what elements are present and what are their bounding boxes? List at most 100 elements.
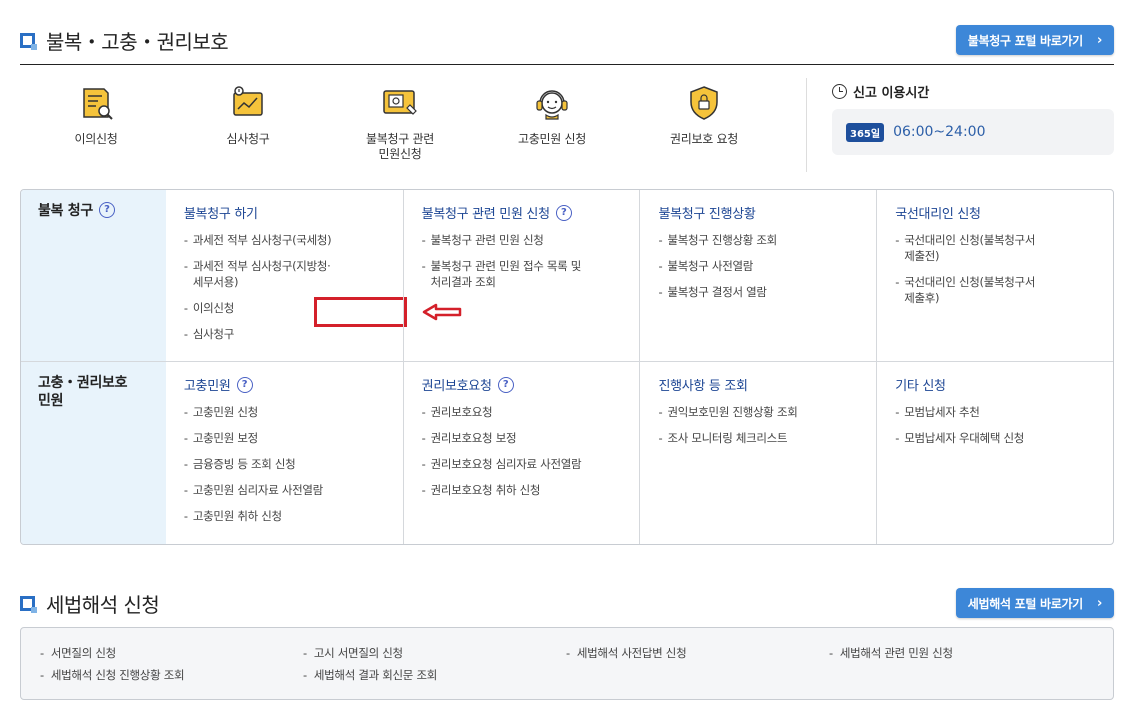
chevron-right-icon: › [1096, 595, 1102, 611]
cell-rights-request: 권리보호요청 ? 권리보호요청 권리보호요청 보정 권리보호요청 심리자료 사전… [402, 362, 640, 544]
cell-title-text: 불복청구 진행상황 [658, 207, 756, 222]
quick-item-grievance[interactable]: 고충민원 신청 [476, 82, 628, 177]
quick-menu: 이의신청 심사청구 불복청구 관련 민원신청 고충민원 신청 권리보호 요청 [20, 82, 780, 177]
row-label-text: 불복 청구 [38, 203, 93, 219]
365-badge: 365일 [846, 122, 885, 142]
grid-row-grievance: 고충・권리보호 민원 고충민원 ? 고충민원 신청 고충민원 보정 금융증빙 등… [21, 362, 1113, 544]
row-label-appeal: 불복 청구 ? [21, 190, 166, 361]
list-link[interactable]: 세법해석 사전답변 신청 [566, 645, 687, 661]
cell-appeal-progress: 불복청구 진행상황 불복청구 진행상황 조회 불복청구 사전열람 불복청구 결정… [639, 190, 876, 361]
list-link[interactable]: 과세전 적부 심사청구(국세청) [184, 232, 403, 248]
tax-interpretation-portal-button[interactable]: 세법해석 포털 바로가기 › [955, 588, 1114, 618]
cell-title: 불복청구 관련 민원 신청 ? [422, 203, 640, 222]
cell-other-requests: 기타 신청 모범납세자 추천 모범납세자 우대혜택 신청 [876, 362, 1113, 544]
quick-item-label: 심사청구 [226, 132, 270, 146]
link-list: 불복청구 관련 민원 신청 불복청구 관련 민원 접수 목록 및 처리결과 조회 [422, 232, 640, 290]
list-link[interactable]: 고충민원 보정 [184, 430, 403, 446]
list-link[interactable]: 세법해석 결과 회신문 조회 [303, 667, 437, 683]
section-title: 불복・고충・권리보호 [46, 29, 229, 54]
list-link[interactable]: 고충민원 취하 신청 [184, 508, 403, 524]
list-link[interactable]: 고충민원 심리자료 사전열람 [184, 482, 403, 498]
divider [20, 64, 1114, 65]
quick-item-review[interactable]: 심사청구 [172, 82, 324, 177]
list-link[interactable]: 과세전 적부 심사청구(지방청· 세무서용) [184, 258, 403, 290]
help-icon[interactable]: ? [555, 204, 572, 221]
hours-box: 365일 06:00~24:00 [832, 109, 1114, 155]
list-link[interactable]: 국선대리인 신청(불복청구서 제출전) [895, 232, 1113, 264]
list-link[interactable]: 금융증빙 등 조회 신청 [184, 456, 403, 472]
quick-item-label: 불복청구 관련 민원신청 [366, 132, 434, 161]
quick-item-appeal-civil[interactable]: 불복청구 관련 민원신청 [324, 82, 476, 177]
quick-item-label: 이의신청 [74, 132, 118, 146]
clock-icon [832, 84, 847, 99]
vertical-divider [806, 78, 807, 172]
section-title: 세법해석 신청 [46, 592, 160, 617]
list-link[interactable]: 불복청구 사전열람 [658, 258, 876, 274]
clipboard-chart-icon [227, 82, 269, 124]
list-link[interactable]: 불복청구 결정서 열람 [658, 284, 876, 300]
row-label-grievance: 고충・권리보호 민원 [21, 362, 166, 544]
chevron-right-icon: › [1096, 32, 1102, 48]
section-header-tax-interpretation: 세법해석 신청 세법해석 포털 바로가기 › [20, 588, 1114, 618]
appeal-portal-button[interactable]: 불복청구 포털 바로가기 › [955, 25, 1114, 55]
cell-title: 불복청구 하기 [184, 203, 403, 222]
list-link[interactable]: 권리보호요청 취하 신청 [422, 482, 640, 498]
list-link[interactable]: 권리보호요청 심리자료 사전열람 [422, 456, 640, 472]
hours-time: 06:00~24:00 [893, 124, 986, 140]
section-square-icon [20, 595, 37, 613]
list-link[interactable]: 고충민원 신청 [184, 404, 403, 420]
help-icon[interactable]: ? [236, 376, 253, 393]
portal-button-label: 세법해석 포털 바로가기 [967, 596, 1083, 611]
cell-progress-inquiry: 진행사항 등 조회 권익보호민원 진행상황 조회 조사 모니터링 체크리스트 [639, 362, 876, 544]
list-link[interactable]: 권리보호요청 보정 [422, 430, 640, 446]
help-icon[interactable]: ? [98, 202, 115, 218]
list-link[interactable]: 세법해석 신청 진행상황 조회 [40, 667, 185, 683]
cell-title-text: 불복청구 하기 [183, 207, 258, 222]
list-link[interactable]: 불복청구 관련 민원 신청 [422, 232, 640, 248]
list-link[interactable]: 세법해석 관련 민원 신청 [829, 645, 953, 661]
cell-title: 진행사항 등 조회 [658, 375, 876, 394]
cell-title-text: 고충민원 [183, 379, 231, 394]
quick-item-objection[interactable]: 이의신청 [20, 82, 172, 177]
list-link[interactable]: 서면질의 신청 [40, 645, 116, 661]
help-icon[interactable]: ? [497, 376, 514, 393]
section-header-appeal: 불복・고충・권리보호 불복청구 포털 바로가기 › [20, 25, 1114, 55]
cell-title: 권리보호요청 ? [422, 375, 640, 394]
cell-title-text: 기타 신청 [895, 379, 946, 394]
list-link[interactable]: 모범납세자 추천 [895, 404, 1113, 420]
link-list: 권익보호민원 진행상황 조회 조사 모니터링 체크리스트 [658, 404, 876, 446]
list-link[interactable]: 불복청구 진행상황 조회 [658, 232, 876, 248]
list-link[interactable]: 국선대리인 신청(불복청구서 제출후) [895, 274, 1113, 306]
link-list: 불복청구 진행상황 조회 불복청구 사전열람 불복청구 결정서 열람 [658, 232, 876, 300]
service-grid: 불복 청구 ? 불복청구 하기 과세전 적부 심사청구(국세청) 과세전 적부 … [20, 189, 1114, 545]
cell-title: 국선대리인 신청 [895, 203, 1113, 222]
link-list: 모범납세자 추천 모범납세자 우대혜택 신청 [895, 404, 1113, 446]
list-link[interactable]: 불복청구 관련 민원 접수 목록 및 처리결과 조회 [422, 258, 640, 290]
link-list: 국선대리인 신청(불복청구서 제출전) 국선대리인 신청(불복청구서 제출후) [895, 232, 1113, 306]
list-link[interactable]: 심사청구 [184, 326, 403, 342]
link-list: 권리보호요청 권리보호요청 보정 권리보호요청 심리자료 사전열람 권리보호요청… [422, 404, 640, 498]
list-link[interactable]: 고시 서면질의 신청 [303, 645, 403, 661]
quick-item-rights-protection[interactable]: 권리보호 요청 [628, 82, 780, 177]
cell-title-text: 불복청구 관련 민원 신청 [421, 207, 550, 222]
quick-item-label: 고충민원 신청 [518, 132, 586, 146]
cell-title-text: 국선대리인 신청 [895, 207, 981, 222]
hours-title: 신고 이용시간 [832, 82, 1114, 101]
headset-agent-icon [531, 82, 573, 124]
list-link[interactable]: 권익보호민원 진행상황 조회 [658, 404, 876, 420]
shield-lock-icon [683, 82, 725, 124]
list-link[interactable]: 조사 모니터링 체크리스트 [658, 430, 876, 446]
section-square-icon [20, 32, 37, 50]
grid-row-appeal: 불복 청구 ? 불복청구 하기 과세전 적부 심사청구(국세청) 과세전 적부 … [21, 190, 1113, 362]
monitor-document-icon [379, 82, 421, 124]
highlight-box [313, 297, 407, 327]
cell-appeal-request: 불복청구 하기 과세전 적부 심사청구(국세청) 과세전 적부 심사청구(지방청… [166, 190, 462, 361]
cell-title: 기타 신청 [895, 375, 1113, 394]
portal-button-label: 불복청구 포털 바로가기 [967, 33, 1083, 48]
list-link[interactable]: 모범납세자 우대혜택 신청 [895, 430, 1113, 446]
cell-public-agent: 국선대리인 신청 국선대리인 신청(불복청구서 제출전) 국선대리인 신청(불복… [876, 190, 1113, 361]
tax-interpretation-links: 서면질의 신청 고시 서면질의 신청 세법해석 사전답변 신청 세법해석 관련 … [20, 627, 1114, 700]
cell-appeal-civil: 불복청구 관련 민원 신청 ? 불복청구 관련 민원 신청 불복청구 관련 민원… [402, 190, 640, 361]
list-link[interactable]: 권리보호요청 [422, 404, 640, 420]
cell-title: 불복청구 진행상황 [658, 203, 876, 222]
